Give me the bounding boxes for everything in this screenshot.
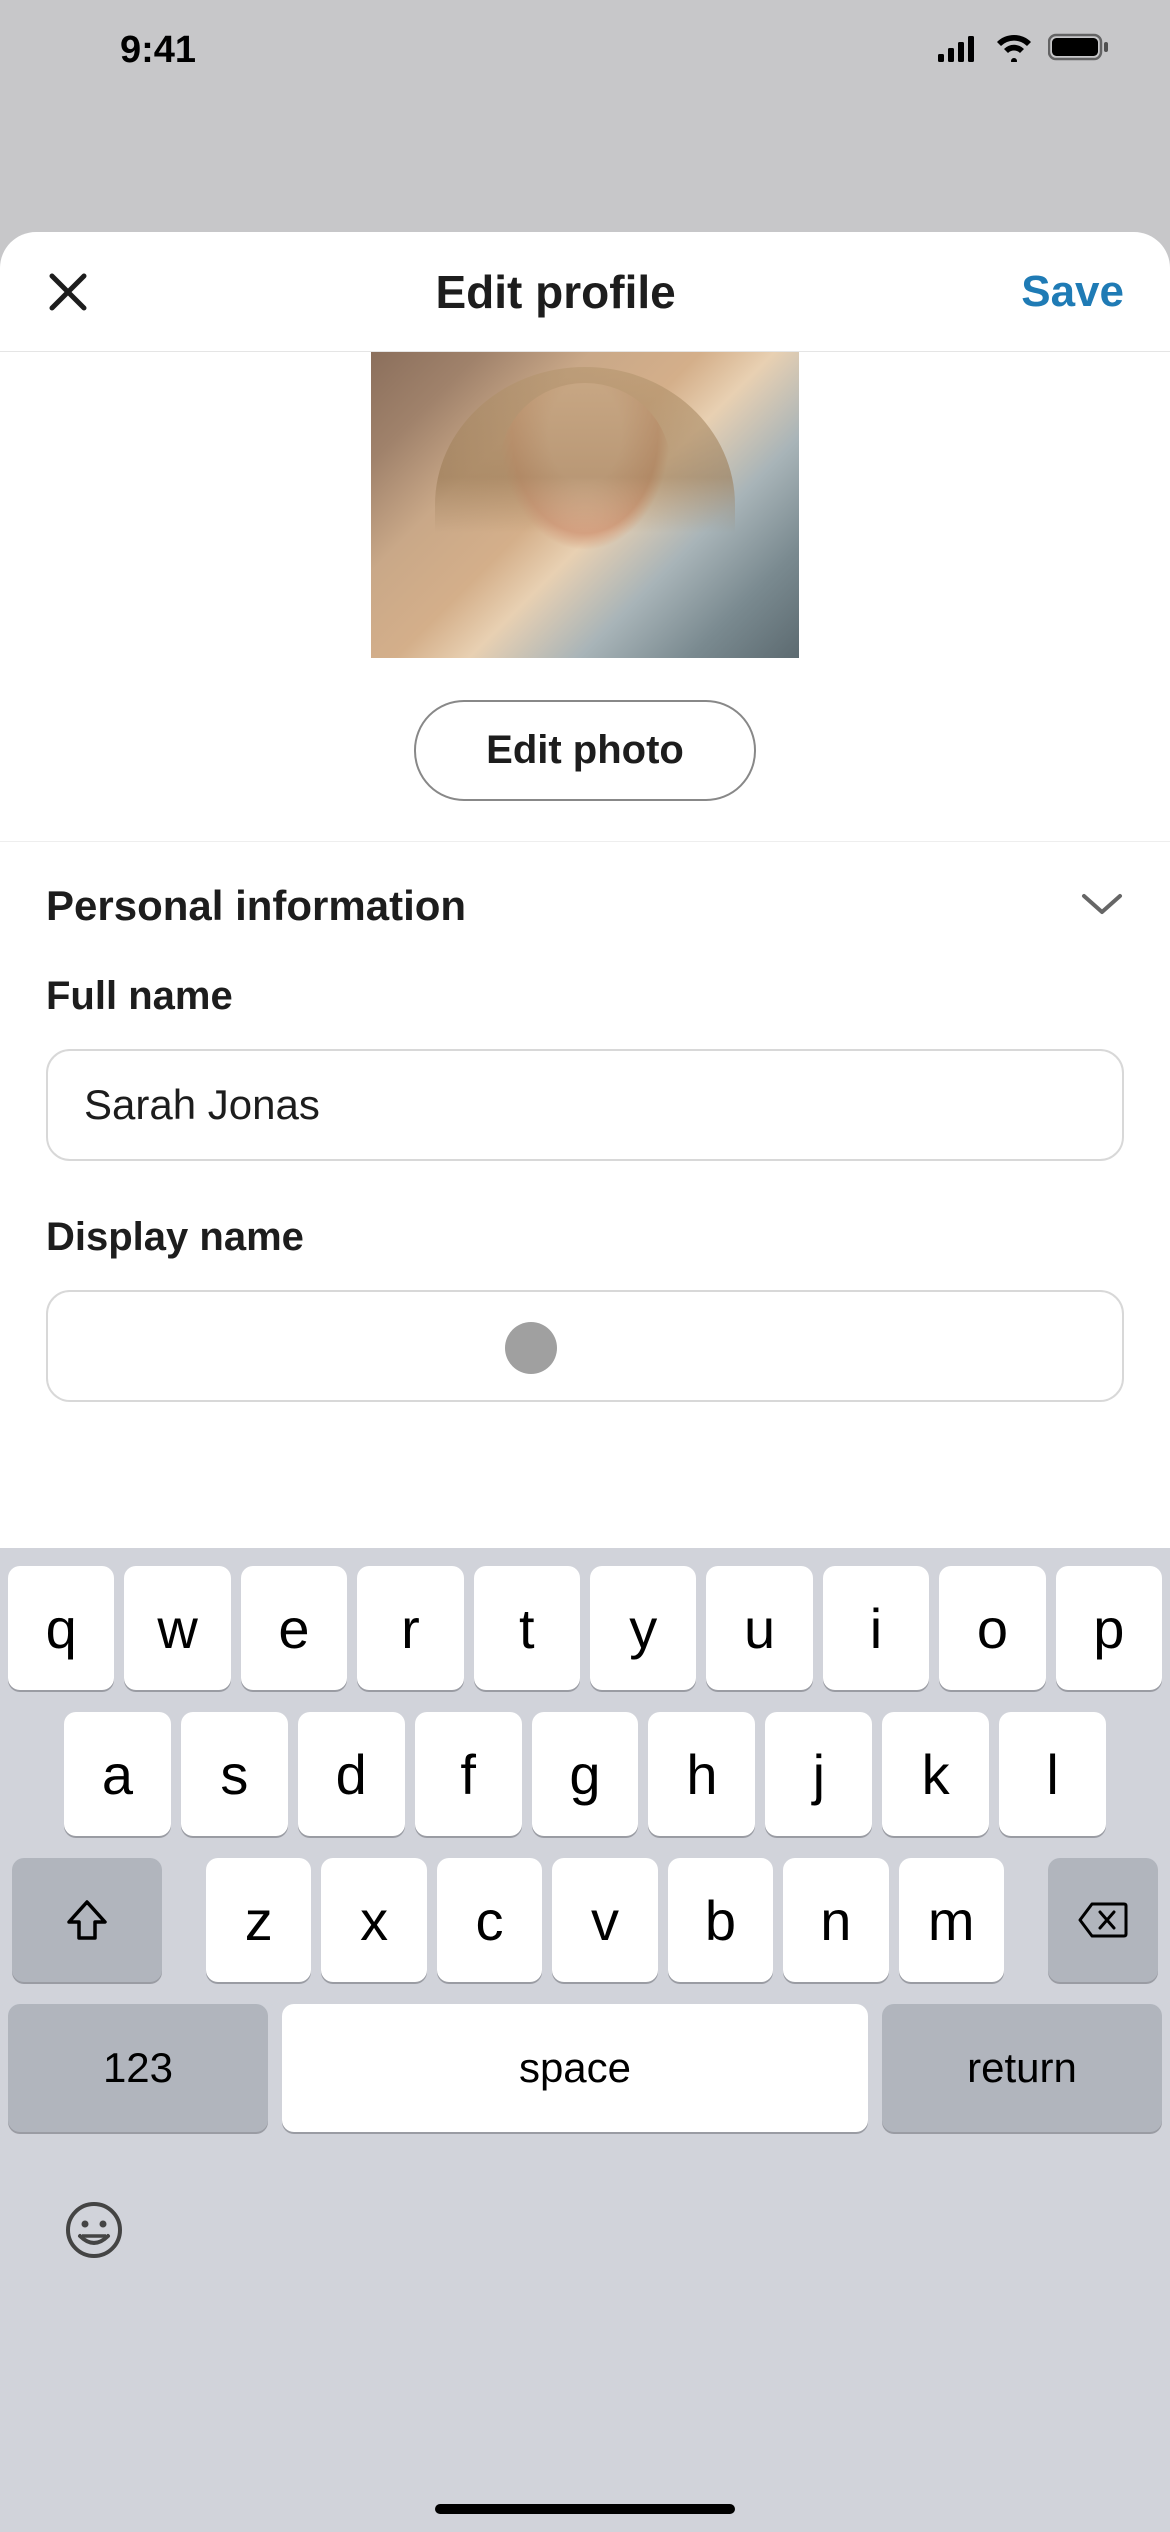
key-j[interactable]: j: [765, 1712, 872, 1836]
modal-header: Edit profile Save: [0, 232, 1170, 352]
personal-information-section: Personal information Full name Display n…: [0, 842, 1170, 1448]
key-m[interactable]: m: [899, 1858, 1004, 1982]
key-y[interactable]: y: [590, 1566, 696, 1690]
key-f[interactable]: f: [415, 1712, 522, 1836]
home-indicator[interactable]: [435, 2504, 735, 2514]
key-i[interactable]: i: [823, 1566, 929, 1690]
status-bar: 9:41: [0, 0, 1170, 100]
space-key[interactable]: space: [282, 2004, 868, 2132]
key-w[interactable]: w: [124, 1566, 230, 1690]
save-button[interactable]: Save: [1021, 267, 1124, 317]
key-g[interactable]: g: [532, 1712, 639, 1836]
key-n[interactable]: n: [783, 1858, 888, 1982]
key-h[interactable]: h: [648, 1712, 755, 1836]
display-name-label: Display name: [46, 1215, 1124, 1260]
key-x[interactable]: x: [321, 1858, 426, 1982]
key-v[interactable]: v: [552, 1858, 657, 1982]
page-title: Edit profile: [436, 265, 676, 319]
key-t[interactable]: t: [474, 1566, 580, 1690]
key-o[interactable]: o: [939, 1566, 1045, 1690]
full-name-label: Full name: [46, 974, 1124, 1019]
backspace-key[interactable]: [1048, 1858, 1158, 1982]
key-u[interactable]: u: [706, 1566, 812, 1690]
key-r[interactable]: r: [357, 1566, 463, 1690]
key-q[interactable]: q: [8, 1566, 114, 1690]
cellular-icon: [938, 29, 980, 72]
key-z[interactable]: z: [206, 1858, 311, 1982]
emoji-icon[interactable]: [64, 2200, 124, 2273]
close-button[interactable]: [46, 270, 90, 314]
full-name-input[interactable]: [46, 1049, 1124, 1161]
key-b[interactable]: b: [668, 1858, 773, 1982]
key-d[interactable]: d: [298, 1712, 405, 1836]
section-title: Personal information: [46, 882, 466, 930]
profile-avatar: [371, 352, 799, 658]
key-l[interactable]: l: [999, 1712, 1106, 1836]
numeric-key[interactable]: 123: [8, 2004, 268, 2132]
key-c[interactable]: c: [437, 1858, 542, 1982]
wifi-icon: [994, 29, 1034, 72]
key-s[interactable]: s: [181, 1712, 288, 1836]
key-e[interactable]: e: [241, 1566, 347, 1690]
key-p[interactable]: p: [1056, 1566, 1162, 1690]
chevron-down-icon: [1080, 890, 1124, 923]
status-time: 9:41: [120, 29, 196, 72]
cursor-indicator: [505, 1322, 557, 1374]
section-header[interactable]: Personal information: [46, 882, 1124, 930]
photo-section: Edit photo: [0, 352, 1170, 842]
key-k[interactable]: k: [882, 1712, 989, 1836]
status-indicators: [938, 29, 1110, 72]
battery-icon: [1048, 29, 1110, 72]
keyboard: qwertyuiop asdfghjkl zxcvbnm 123 space r…: [0, 1548, 1170, 2532]
display-name-input[interactable]: [46, 1290, 1124, 1402]
shift-key[interactable]: [12, 1858, 162, 1982]
key-a[interactable]: a: [64, 1712, 171, 1836]
edit-profile-modal: Edit profile Save Edit photo Personal in…: [0, 232, 1170, 2532]
return-key[interactable]: return: [882, 2004, 1162, 2132]
edit-photo-button[interactable]: Edit photo: [414, 700, 756, 801]
